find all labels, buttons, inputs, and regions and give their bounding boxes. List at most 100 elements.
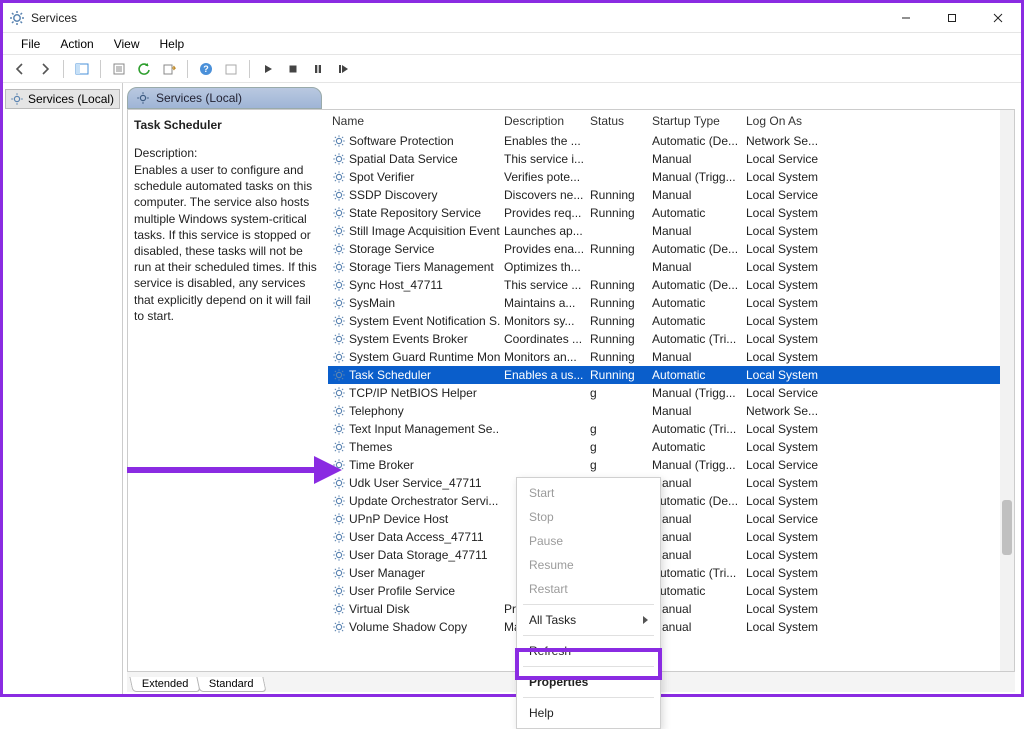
tab-standard[interactable]: Standard bbox=[209, 678, 254, 690]
service-name: User Manager bbox=[349, 566, 425, 580]
service-name: Storage Tiers Management bbox=[349, 260, 494, 274]
menu-file[interactable]: File bbox=[13, 35, 48, 53]
menu-action[interactable]: Action bbox=[52, 35, 101, 53]
ctx-all-tasks[interactable]: All Tasks bbox=[517, 608, 660, 632]
ctx-restart[interactable]: Restart bbox=[517, 577, 660, 601]
maximize-button[interactable] bbox=[929, 3, 975, 33]
gear-icon bbox=[332, 368, 346, 382]
service-row[interactable]: Software ProtectionEnables the ...Automa… bbox=[328, 132, 1014, 150]
ctx-refresh[interactable]: Refresh bbox=[517, 639, 660, 663]
service-row[interactable]: Text Input Management Se...gAutomatic (T… bbox=[328, 420, 1014, 438]
service-row[interactable]: State Repository ServiceProvides req...R… bbox=[328, 204, 1014, 222]
export-list-button[interactable] bbox=[158, 58, 180, 80]
restart-service-button[interactable] bbox=[332, 58, 354, 80]
start-service-button[interactable] bbox=[257, 58, 279, 80]
minimize-button[interactable] bbox=[883, 3, 929, 33]
gear-icon bbox=[332, 566, 346, 580]
ctx-properties[interactable]: Properties bbox=[517, 670, 660, 694]
service-list[interactable]: Name Description Status Startup Type Log… bbox=[328, 110, 1014, 671]
service-logon: Local System bbox=[742, 242, 1014, 256]
column-header-logon[interactable]: Log On As bbox=[742, 114, 1014, 128]
service-startup: Automatic (Tri... bbox=[648, 332, 742, 346]
service-row[interactable]: Virtual DiskProvides ma...ManualLocal Sy… bbox=[328, 600, 1014, 618]
service-row[interactable]: Storage Tiers ManagementOptimizes th...M… bbox=[328, 258, 1014, 276]
back-button[interactable] bbox=[9, 58, 31, 80]
service-desc: Enables a us... bbox=[500, 368, 586, 382]
gear-icon bbox=[332, 404, 346, 418]
column-header-status[interactable]: Status bbox=[586, 114, 648, 128]
service-row[interactable]: Volume Shadow CopyManages an...ManualLoc… bbox=[328, 618, 1014, 636]
column-header-name[interactable]: Name bbox=[328, 114, 500, 128]
service-startup: Manual bbox=[648, 188, 742, 202]
service-startup: Manual bbox=[648, 620, 742, 634]
window-title: Services bbox=[31, 11, 883, 25]
tree-item-services-local[interactable]: Services (Local) bbox=[5, 89, 120, 109]
service-row[interactable]: User Data Access_47711gManualLocal Syste… bbox=[328, 528, 1014, 546]
service-startup: Automatic bbox=[648, 368, 742, 382]
ctx-start[interactable]: Start bbox=[517, 481, 660, 505]
menu-view[interactable]: View bbox=[106, 35, 148, 53]
service-row[interactable]: System Guard Runtime Mon...Monitors an..… bbox=[328, 348, 1014, 366]
service-name: Time Broker bbox=[349, 458, 414, 472]
service-row[interactable]: System Event Notification S...Monitors s… bbox=[328, 312, 1014, 330]
service-row[interactable]: TelephonyManualNetwork Se... bbox=[328, 402, 1014, 420]
service-row[interactable]: User Profile ServicegAutomaticLocal Syst… bbox=[328, 582, 1014, 600]
service-row[interactable]: Sync Host_47711This service ...RunningAu… bbox=[328, 276, 1014, 294]
close-button[interactable] bbox=[975, 3, 1021, 33]
service-status: g bbox=[586, 422, 648, 436]
service-row[interactable]: Storage ServiceProvides ena...RunningAut… bbox=[328, 240, 1014, 258]
service-row[interactable]: Time BrokergManual (Trigg...Local Servic… bbox=[328, 456, 1014, 474]
service-logon: Local System bbox=[742, 368, 1014, 382]
service-row[interactable]: User ManagergAutomatic (Tri...Local Syst… bbox=[328, 564, 1014, 582]
service-status: Running bbox=[586, 188, 648, 202]
help-toolbar-button[interactable]: ? bbox=[195, 58, 217, 80]
service-name: User Profile Service bbox=[349, 584, 455, 598]
service-row[interactable]: Spatial Data ServiceThis service i...Man… bbox=[328, 150, 1014, 168]
refresh-toolbar-button[interactable] bbox=[133, 58, 155, 80]
service-name: Virtual Disk bbox=[349, 602, 409, 616]
service-row[interactable]: Spot VerifierVerifies pote...Manual (Tri… bbox=[328, 168, 1014, 186]
column-header-startup[interactable]: Startup Type bbox=[648, 114, 742, 128]
ctx-pause[interactable]: Pause bbox=[517, 529, 660, 553]
detail-panel: Task Scheduler Description: Enables a us… bbox=[128, 110, 328, 671]
service-startup: Automatic (De... bbox=[648, 494, 742, 508]
service-row[interactable]: User Data Storage_47711gManualLocal Syst… bbox=[328, 546, 1014, 564]
properties-toolbar-button[interactable] bbox=[108, 58, 130, 80]
service-logon: Local System bbox=[742, 260, 1014, 274]
toolbar-button[interactable] bbox=[220, 58, 242, 80]
service-row[interactable]: Task SchedulerEnables a us...RunningAuto… bbox=[328, 366, 1014, 384]
gear-icon bbox=[332, 278, 346, 292]
service-startup: Manual bbox=[648, 548, 742, 562]
tab-extended[interactable]: Extended bbox=[142, 678, 188, 690]
service-logon: Local System bbox=[742, 296, 1014, 310]
service-name: Update Orchestrator Servi... bbox=[349, 494, 498, 508]
service-row[interactable]: ThemesgAutomaticLocal System bbox=[328, 438, 1014, 456]
service-logon: Local System bbox=[742, 584, 1014, 598]
stop-service-button[interactable] bbox=[282, 58, 304, 80]
menu-help[interactable]: Help bbox=[152, 35, 193, 53]
scrollbar[interactable] bbox=[1000, 110, 1014, 671]
gear-icon bbox=[332, 170, 346, 184]
service-row[interactable]: Udk User Service_47711gManualLocal Syste… bbox=[328, 474, 1014, 492]
window-buttons bbox=[883, 3, 1021, 32]
toolbar: ? bbox=[3, 55, 1021, 83]
ctx-stop[interactable]: Stop bbox=[517, 505, 660, 529]
service-row[interactable]: UPnP Device HostManualLocal Service bbox=[328, 510, 1014, 528]
service-row[interactable]: TCP/IP NetBIOS HelpergManual (Trigg...Lo… bbox=[328, 384, 1014, 402]
scrollbar-thumb[interactable] bbox=[1002, 500, 1012, 555]
ctx-help[interactable]: Help bbox=[517, 701, 660, 725]
toolbar-divider bbox=[63, 60, 64, 78]
service-row[interactable]: SysMainMaintains a...RunningAutomaticLoc… bbox=[328, 294, 1014, 312]
service-row[interactable]: Still Image Acquisition EventsLaunches a… bbox=[328, 222, 1014, 240]
pause-service-button[interactable] bbox=[307, 58, 329, 80]
service-row[interactable]: System Events BrokerCoordinates ...Runni… bbox=[328, 330, 1014, 348]
service-name: SSDP Discovery bbox=[349, 188, 437, 202]
service-row[interactable]: Update Orchestrator Servi...gAutomatic (… bbox=[328, 492, 1014, 510]
gear-icon bbox=[332, 548, 346, 562]
show-hide-tree-button[interactable] bbox=[71, 58, 93, 80]
service-logon: Local System bbox=[742, 620, 1014, 634]
ctx-resume[interactable]: Resume bbox=[517, 553, 660, 577]
service-row[interactable]: SSDP DiscoveryDiscovers ne...RunningManu… bbox=[328, 186, 1014, 204]
column-header-description[interactable]: Description bbox=[500, 114, 586, 128]
forward-button[interactable] bbox=[34, 58, 56, 80]
